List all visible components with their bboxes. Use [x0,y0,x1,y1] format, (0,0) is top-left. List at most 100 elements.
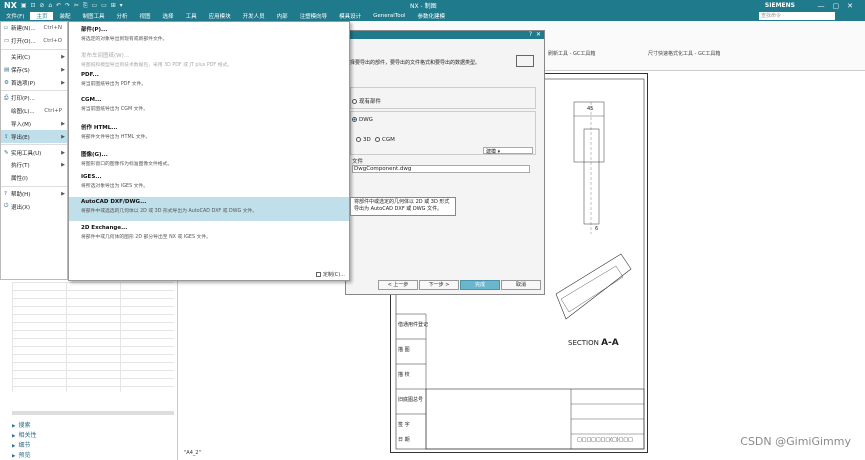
export-menu-item[interactable]: 图像(G)... 将图形窗口的图像作为标准图像文件格式。 [69,148,349,170]
file-menu-item[interactable]: 执行(T) ▶ [1,159,67,172]
shortcut-label: Ctrl+N [43,25,62,32]
menu-item[interactable]: 注塑模向导 [294,12,334,20]
file-menu-label: 导出(E) [11,134,30,141]
3d-radio[interactable]: 3D [356,137,371,143]
file-menu: ▫ 新建(N)... Ctrl+N ▭ 打开(O)... Ctrl+O 关闭(C) ▶ ▤ 保存(… [0,21,68,280]
export-item-title: 创作 HTML... [81,125,118,131]
menu-item[interactable]: 内部 [271,12,294,20]
window-controls[interactable]: —▢✕ [818,2,861,10]
export-item-title: IGES... [81,174,102,180]
menu-item[interactable]: GeneralTool [367,13,411,19]
finish-button[interactable]: 完成 [460,280,500,290]
chevron-right-icon: ▶ [61,66,65,73]
file-menu-item[interactable]: ▭ 打开(O)... Ctrl+O [1,35,67,48]
watermark: CSDN @GimiGimmy [740,435,851,448]
menu-item[interactable]: 分析 [111,12,134,20]
exit-icon: ⏻ [4,203,9,210]
back-button[interactable]: < 上一步 [378,280,418,290]
export-menu-item[interactable]: IGES... 将所选对象导出为 IGES 文件。 [69,172,349,194]
dwg-radio[interactable]: DWG [352,117,373,123]
help-icon[interactable]: ? [529,31,532,38]
next-button[interactable]: 下一步 > [419,280,459,290]
title-block-label: 描 图 [398,347,410,353]
menu-item[interactable]: 装配 [53,12,76,20]
export-wizard-dialog: ? ✕ 择要导出的部件，要导出的文件格式和要导出的数据类型。 现有部件 DWG … [345,30,545,295]
menu-bar: 文件(F) 主页 装配 制图工具 分析 视图 选择 工具 应用模块 开发人员 内部 注塑模向导 模具设计… [0,11,865,21]
menu-item[interactable]: 参数化建模 [412,12,452,20]
sheet-tab[interactable]: "A4_2" [184,450,201,456]
export-item-title: PDF... [81,72,99,78]
file-menu-label: 绘图(L)... [11,109,35,116]
data-type-dropdown[interactable]: 建模 ▾ [483,147,533,155]
chevron-right-icon: ▶ [61,53,65,60]
wizard-intro: 择要导出的部件，要导出的文件格式和要导出的数据类型。 [350,60,481,66]
menu-item[interactable]: 主页 [30,12,54,20]
quick-access-toolbar[interactable]: ▣ ⊡ ⊘ ⌂ ↶ ↷ ✂ ⎘ ▭ ▭ ⊞ ▾ [21,2,124,10]
nav-section-preview[interactable]: ▶ 预览 [12,450,30,459]
existing-part-radio[interactable]: 现有部件 [352,97,381,105]
title-block-label: 签 字 [398,422,410,428]
customize-link[interactable]: 定制(C)... [315,271,345,278]
menu-item[interactable]: 制图工具 [77,12,111,20]
export-item-title: 图像(G)... [81,152,108,158]
file-menu-item[interactable]: ✎ 实用工具(U) ▶ [1,146,67,159]
menu-item[interactable]: 开发人员 [237,12,271,20]
export-menu-item[interactable]: 部件(P)... 将选定的对象导出到现有或新部件文件。 [69,23,349,45]
menu-item[interactable]: 视图 [134,12,157,20]
file-menu-item[interactable]: 导入(M) ▶ [1,118,67,131]
title-block-label: 日 期 [398,437,410,443]
file-menu-label: 属性(I) [11,176,28,183]
export-item-description: 将部件中或几何体的图形 2D 部分导出至 NX 或 IGES 文件。 [81,235,211,240]
export-menu-item[interactable]: 创作 HTML... 将部件文件导出为 HTML 文件。 [69,121,349,143]
new-icon: ▫ [4,25,8,32]
file-menu-label: 打印(P)... [11,96,35,103]
nav-section-dependencies[interactable]: ▶ 相关性 [12,430,36,439]
file-menu-item[interactable]: 关闭(C) ▶ [1,51,67,64]
export-item-title: 2D Exchange... [81,225,128,231]
menu-item[interactable]: 文件(F) [0,12,30,20]
export-menu-item[interactable]: PDF... 将当前图纸导出为 PDF 文件。 [69,70,349,92]
file-menu-label: 关闭(C) [11,54,31,61]
export-item-title: AutoCAD DXF/DWG... [81,199,147,205]
file-menu-item[interactable]: ⏻ 退出(X) [1,200,67,213]
file-menu-item[interactable]: ⇪ 导出(E) ▶ [1,130,67,144]
nav-section-search[interactable]: ▶ 搜索 [12,420,30,429]
export-item-description: 将部件中或选选的几何体以 2D 或 3D 形式导出为 AutoCAD DXF 或… [81,209,258,214]
file-menu-label: 实用工具(U) [11,150,42,157]
file-label: 文件 [352,159,364,165]
preferences-icon: ⚙ [4,79,9,86]
ribbon-group-dimension: 尺寸快速格式化工具 - GC工具箱 [648,51,721,57]
file-menu-item[interactable]: ? 帮助(H) ▶ [1,188,67,201]
file-menu-item[interactable]: 属性(I) [1,172,67,185]
file-menu-item[interactable]: ▤ 保存(S) ▶ [1,63,67,76]
navigator-list[interactable] [12,282,174,392]
file-name-input[interactable]: DwgComponent.dwg [352,165,530,173]
title-block-name: □□□□□□□(□)□□□ [577,437,633,443]
file-menu-item[interactable]: 绘图(L)... Ctrl+P [1,105,67,118]
cgm-radio[interactable]: CGM [375,137,395,143]
cancel-button[interactable]: 取消 [501,280,541,290]
title-block-label: 借通用件登记 [398,322,429,328]
export-item-title: 部件(P)... [81,27,108,33]
menu-item[interactable]: 工具 [180,12,203,20]
close-icon[interactable]: ✕ [536,31,541,38]
export-menu-item[interactable]: 2D Exchange... 将部件中或几何体的图形 2D 部分导出至 NX 或 … [69,223,349,245]
menu-item[interactable]: 应用模块 [203,12,237,20]
menu-item[interactable]: 选择 [157,12,180,20]
export-submenu: 部件(P)... 将选定的对象导出到现有或新部件文件。 发布车间图纸(W)... 将图… [68,21,350,281]
export-menu-item[interactable]: CGM... 将当前图纸导出为 CGM 文件。 [69,95,349,117]
file-menu-item[interactable]: ⚙ 首选项(P) ▶ [1,76,67,89]
ribbon-group-refresh: 刷新工具 - GC工具箱 [548,51,596,57]
siemens-logo: SIEMENS [764,2,795,9]
dimension-side: 6 [595,226,599,232]
folder-icon [516,55,534,67]
file-menu-item[interactable]: ▫ 新建(N)... Ctrl+N [1,22,67,35]
file-menu-item[interactable]: ⎙ 打印(P)... [1,92,67,105]
chevron-right-icon: ▶ [61,162,65,169]
export-menu-item[interactable]: AutoCAD DXF/DWG... 将部件中或选选的几何体以 2D 或 3D 形… [69,197,349,221]
menu-item[interactable]: 模具设计 [333,12,367,20]
navigator-scrollbar[interactable] [12,411,174,415]
nav-section-details[interactable]: ▶ 细节 [12,440,30,449]
export-icon: ⇪ [4,133,9,140]
command-search-input[interactable]: 查找命令 [759,12,835,20]
